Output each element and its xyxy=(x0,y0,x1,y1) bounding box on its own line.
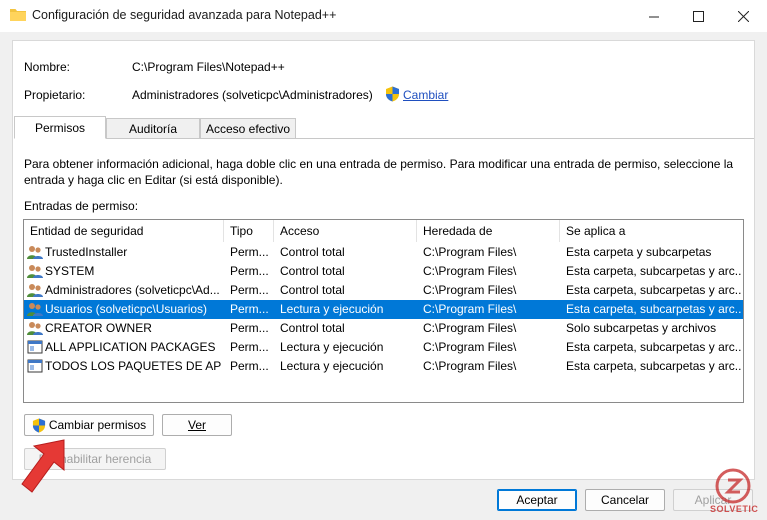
entries-label: Entradas de permiso: xyxy=(24,199,139,213)
close-icon xyxy=(737,10,749,22)
column-header-inherited-from[interactable]: Heredada de xyxy=(417,220,560,242)
annotation-arrow-icon xyxy=(21,439,65,493)
maximize-button[interactable] xyxy=(676,0,720,32)
table-row[interactable]: SYSTEM Perm... Control total C:\Program Fil… xyxy=(24,262,743,281)
column-header-access[interactable]: Acceso xyxy=(274,220,417,242)
close-button[interactable] xyxy=(721,0,765,32)
table-cell-access: Lectura y ejecución xyxy=(280,359,384,373)
cancel-label: Cancelar xyxy=(600,493,650,507)
table-cell-access: Control total xyxy=(280,283,345,297)
column-header-type[interactable]: Tipo xyxy=(224,220,274,242)
tab-permissions[interactable]: Permisos xyxy=(14,116,106,139)
table-cell-type: Perm... xyxy=(230,283,269,297)
table-cell-access: Control total xyxy=(280,245,345,259)
table-cell-access: Control total xyxy=(280,264,345,278)
table-cell-principal: TrustedInstaller xyxy=(45,245,128,259)
change-owner-link[interactable]: Cambiar xyxy=(403,88,448,102)
column-header-applies-to[interactable]: Se aplica a xyxy=(560,220,743,242)
table-cell-inherited: C:\Program Files\ xyxy=(423,264,517,278)
package-icon xyxy=(27,339,43,355)
table-row[interactable]: CREATOR OWNER Perm... Control total C:\Prog… xyxy=(24,319,743,338)
table-row[interactable]: Usuarios (solveticpc\Usuarios) Perm... Lec… xyxy=(24,300,743,319)
uac-shield-icon xyxy=(32,418,45,432)
table-cell-applies: Esta carpeta, subcarpetas y arc... xyxy=(566,283,742,297)
table-cell-principal: TODOS LOS PAQUETES DE APLI... xyxy=(45,359,221,373)
change-permissions-label: Cambiar permisos xyxy=(48,418,147,432)
tab-auditing[interactable]: Auditoría xyxy=(106,118,200,139)
table-cell-access: Lectura y ejecución xyxy=(280,302,384,316)
table-row[interactable]: Administradores (solveticpc\Ad... Perm...… xyxy=(24,281,743,300)
table-cell-applies: Esta carpeta, subcarpetas y arc... xyxy=(566,302,742,316)
window-title: Configuración de seguridad avanzada para… xyxy=(32,8,337,22)
package-icon xyxy=(27,358,43,374)
table-cell-principal: CREATOR OWNER xyxy=(45,321,152,335)
users-icon xyxy=(27,301,43,317)
folder-icon xyxy=(10,9,26,21)
accept-label: Aceptar xyxy=(516,493,558,507)
minimize-icon xyxy=(648,16,659,17)
table-cell-applies: Esta carpeta, subcarpetas y arc... xyxy=(566,340,742,354)
table-cell-inherited: C:\Program Files\ xyxy=(423,302,517,316)
change-permissions-button[interactable]: Cambiar permisos xyxy=(24,414,154,436)
column-header-principal[interactable]: Entidad de seguridad xyxy=(24,220,224,242)
watermark-text: SOLVETIC xyxy=(710,504,759,514)
table-row[interactable]: TODOS LOS PAQUETES DE APLI... Perm... Lect… xyxy=(24,357,743,376)
description-text: Para obtener información adicional, haga… xyxy=(24,157,734,187)
table-cell-principal: Administradores (solveticpc\Ad... xyxy=(45,283,220,297)
table-cell-principal: SYSTEM xyxy=(45,264,95,278)
name-label: Nombre: xyxy=(24,60,71,74)
table-cell-inherited: C:\Program Files\ xyxy=(423,359,517,373)
view-label: Ver xyxy=(187,418,206,432)
table-cell-applies: Solo subcarpetas y archivos xyxy=(566,321,717,335)
users-icon xyxy=(27,244,43,260)
solvetic-logo: SOLVETIC xyxy=(706,466,760,516)
name-value: C:\Program Files\Notepad++ xyxy=(132,60,285,74)
tab-effective-access[interactable]: Acceso efectivo xyxy=(200,118,296,139)
table-row[interactable]: TrustedInstaller Perm... Control total C:\P… xyxy=(24,243,743,262)
owner-value: Administradores (solveticpc\Administrado… xyxy=(132,88,373,102)
table-cell-applies: Esta carpeta, subcarpetas y arc... xyxy=(566,264,742,278)
table-cell-inherited: C:\Program Files\ xyxy=(423,340,517,354)
table-cell-applies: Esta carpeta, subcarpetas y arc... xyxy=(566,359,742,373)
grid-header: Entidad de seguridad Tipo Acceso Heredad… xyxy=(24,220,743,242)
maximize-icon xyxy=(692,10,704,22)
table-cell-inherited: C:\Program Files\ xyxy=(423,283,517,297)
users-icon xyxy=(27,263,43,279)
table-cell-principal: ALL APPLICATION PACKAGES xyxy=(45,340,216,354)
table-cell-type: Perm... xyxy=(230,359,269,373)
table-cell-applies: Esta carpeta y subcarpetas xyxy=(566,245,712,259)
owner-label: Propietario: xyxy=(24,88,86,102)
table-cell-access: Lectura y ejecución xyxy=(280,340,384,354)
minimize-button[interactable] xyxy=(632,0,676,32)
table-row[interactable]: ALL APPLICATION PACKAGES Perm... Lectura y… xyxy=(24,338,743,357)
table-cell-type: Perm... xyxy=(230,245,269,259)
permission-entries-list[interactable]: Entidad de seguridad Tipo Acceso Heredad… xyxy=(23,219,744,403)
cancel-button[interactable]: Cancelar xyxy=(585,489,665,511)
table-cell-access: Control total xyxy=(280,321,345,335)
table-cell-principal: Usuarios (solveticpc\Usuarios) xyxy=(45,302,208,316)
users-icon xyxy=(27,320,43,336)
uac-shield-icon xyxy=(386,86,399,102)
table-cell-type: Perm... xyxy=(230,340,269,354)
table-cell-type: Perm... xyxy=(230,321,269,335)
table-cell-type: Perm... xyxy=(230,302,269,316)
accept-button[interactable]: Aceptar xyxy=(497,489,577,511)
table-cell-inherited: C:\Program Files\ xyxy=(423,321,517,335)
users-icon xyxy=(27,282,43,298)
title-bar: Configuración de seguridad avanzada para… xyxy=(0,0,767,32)
view-button[interactable]: Ver xyxy=(162,414,232,436)
table-cell-inherited: C:\Program Files\ xyxy=(423,245,517,259)
table-cell-type: Perm... xyxy=(230,264,269,278)
